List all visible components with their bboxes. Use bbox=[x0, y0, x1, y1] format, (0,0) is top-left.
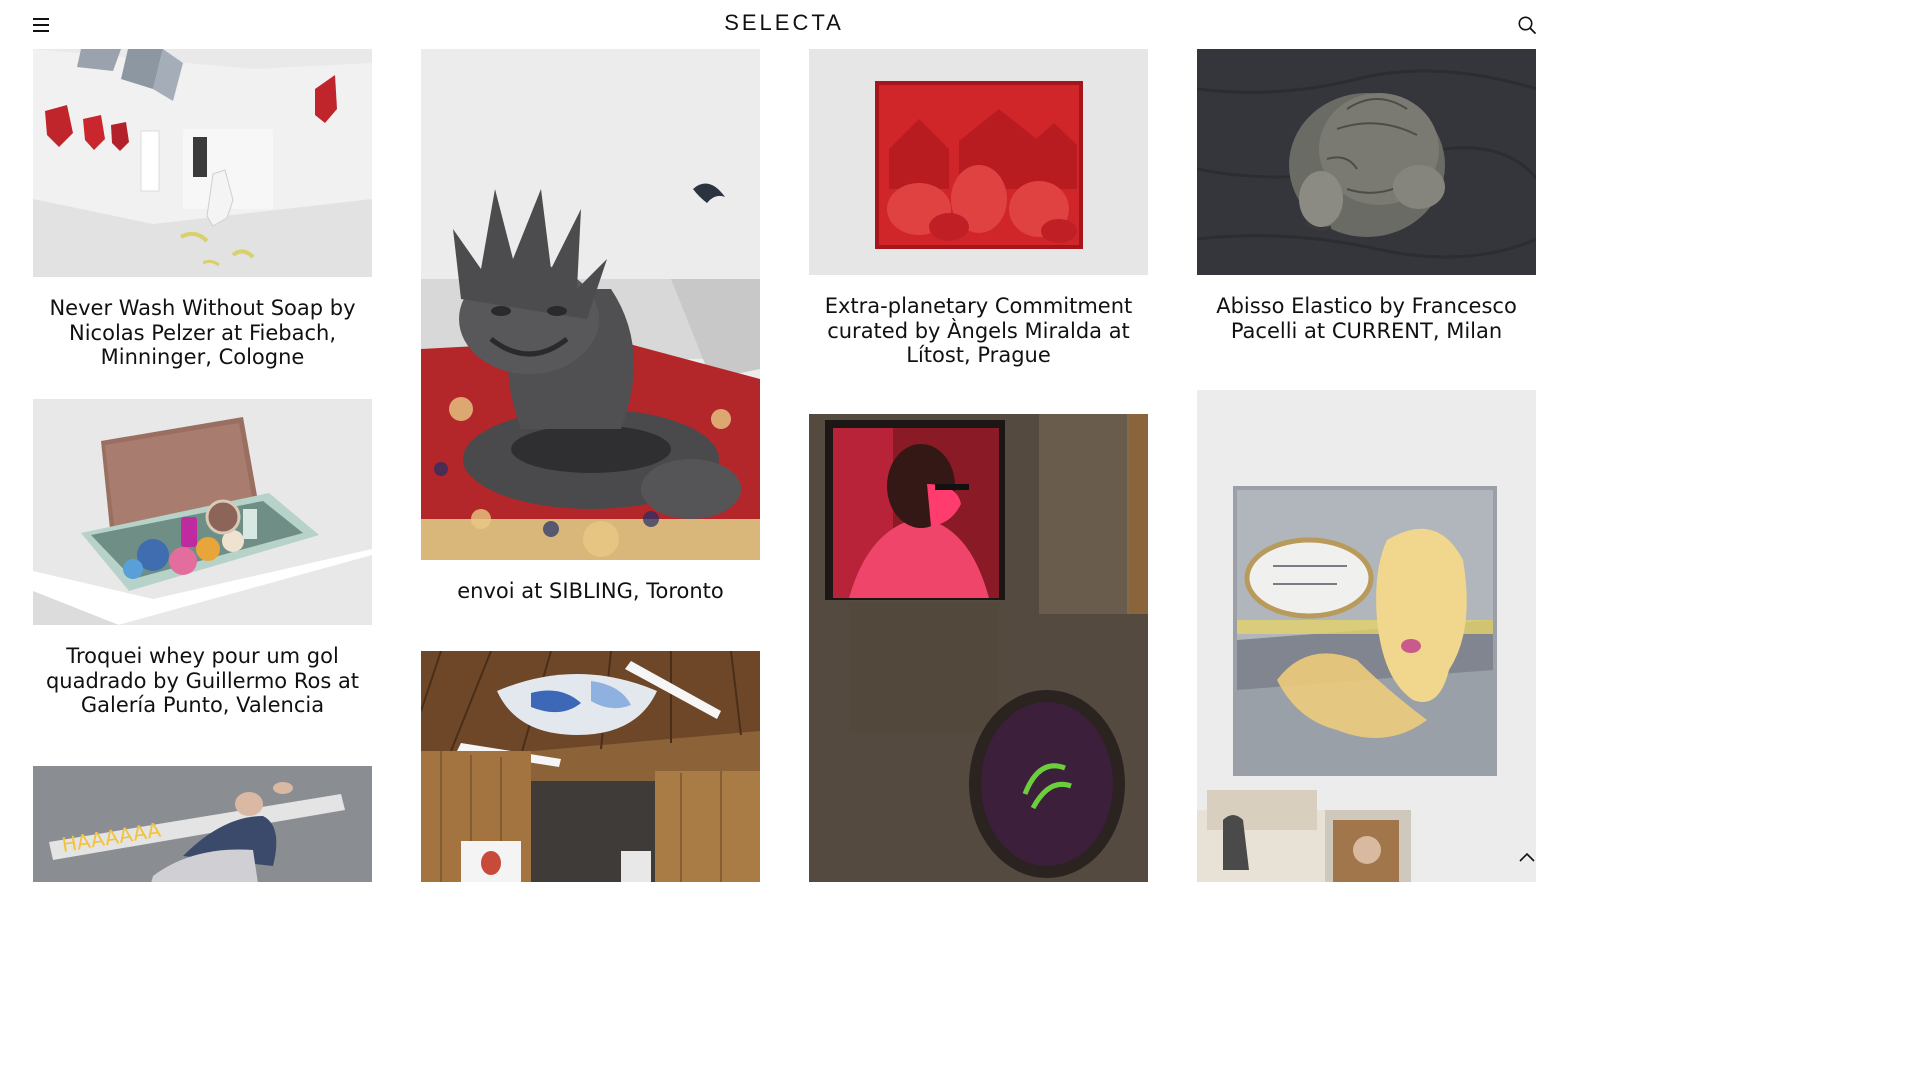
grid-column-4: Abisso Elastico by Francesco Pacelli at … bbox=[1197, 49, 1536, 882]
brand-link[interactable]: SELECTA bbox=[724, 10, 844, 35]
chevron-up-icon bbox=[1519, 852, 1535, 862]
site-header: SELECTA bbox=[0, 0, 1568, 49]
grid-column-2: envoi at SIBLING, Toronto bbox=[421, 49, 760, 882]
post-image-ceramic-dragon bbox=[421, 49, 760, 560]
search-button[interactable] bbox=[1514, 12, 1540, 38]
post-card[interactable] bbox=[1197, 390, 1536, 882]
page: SELECTA Never Wash Without Soap by Nicol… bbox=[0, 0, 1568, 882]
post-image-ceramic-head bbox=[1197, 49, 1536, 275]
post-card[interactable]: Extra-planetary Commitment curated by Àn… bbox=[809, 49, 1148, 414]
post-image-dark-installation bbox=[809, 414, 1148, 882]
menu-button[interactable] bbox=[28, 12, 54, 38]
post-title[interactable]: Abisso Elastico by Francesco Pacelli at … bbox=[1197, 275, 1536, 390]
site-logo: SELECTA bbox=[0, 10, 1568, 36]
post-image-wooden-room bbox=[421, 651, 760, 882]
grid-column-3: Extra-planetary Commitment curated by Àn… bbox=[809, 49, 1148, 882]
grid-column-1: Never Wash Without Soap by Nicolas Pelze… bbox=[33, 49, 372, 882]
post-title[interactable]: envoi at SIBLING, Toronto bbox=[421, 560, 760, 651]
hamburger-menu-icon-bar bbox=[33, 24, 49, 26]
post-card[interactable]: Never Wash Without Soap by Nicolas Pelze… bbox=[33, 49, 372, 399]
post-image-red-painting bbox=[809, 49, 1148, 275]
post-title[interactable]: Never Wash Without Soap by Nicolas Pelze… bbox=[33, 277, 372, 399]
back-to-top-button[interactable] bbox=[1514, 844, 1540, 870]
post-card[interactable]: HAAAAAA bbox=[33, 766, 372, 882]
hamburger-menu-icon-bar bbox=[33, 30, 49, 32]
post-image-suitcase-sculpture bbox=[33, 399, 372, 625]
post-card[interactable] bbox=[809, 414, 1148, 882]
post-card[interactable]: envoi at SIBLING, Toronto bbox=[421, 49, 760, 651]
search-icon bbox=[1518, 16, 1536, 34]
post-image-performance-floor: HAAAAAA bbox=[33, 766, 372, 882]
post-card[interactable]: Abisso Elastico by Francesco Pacelli at … bbox=[1197, 49, 1536, 390]
post-card[interactable] bbox=[421, 651, 760, 882]
hamburger-menu-icon bbox=[33, 18, 49, 20]
post-card[interactable]: Troquei whey pour um gol quadrado by Gui… bbox=[33, 399, 372, 766]
post-title[interactable]: Extra-planetary Commitment curated by Àn… bbox=[809, 275, 1148, 414]
post-image-gallery-installation bbox=[33, 49, 372, 277]
post-image-yellow-painting bbox=[1197, 390, 1536, 882]
post-title[interactable]: Troquei whey pour um gol quadrado by Gui… bbox=[33, 625, 372, 766]
